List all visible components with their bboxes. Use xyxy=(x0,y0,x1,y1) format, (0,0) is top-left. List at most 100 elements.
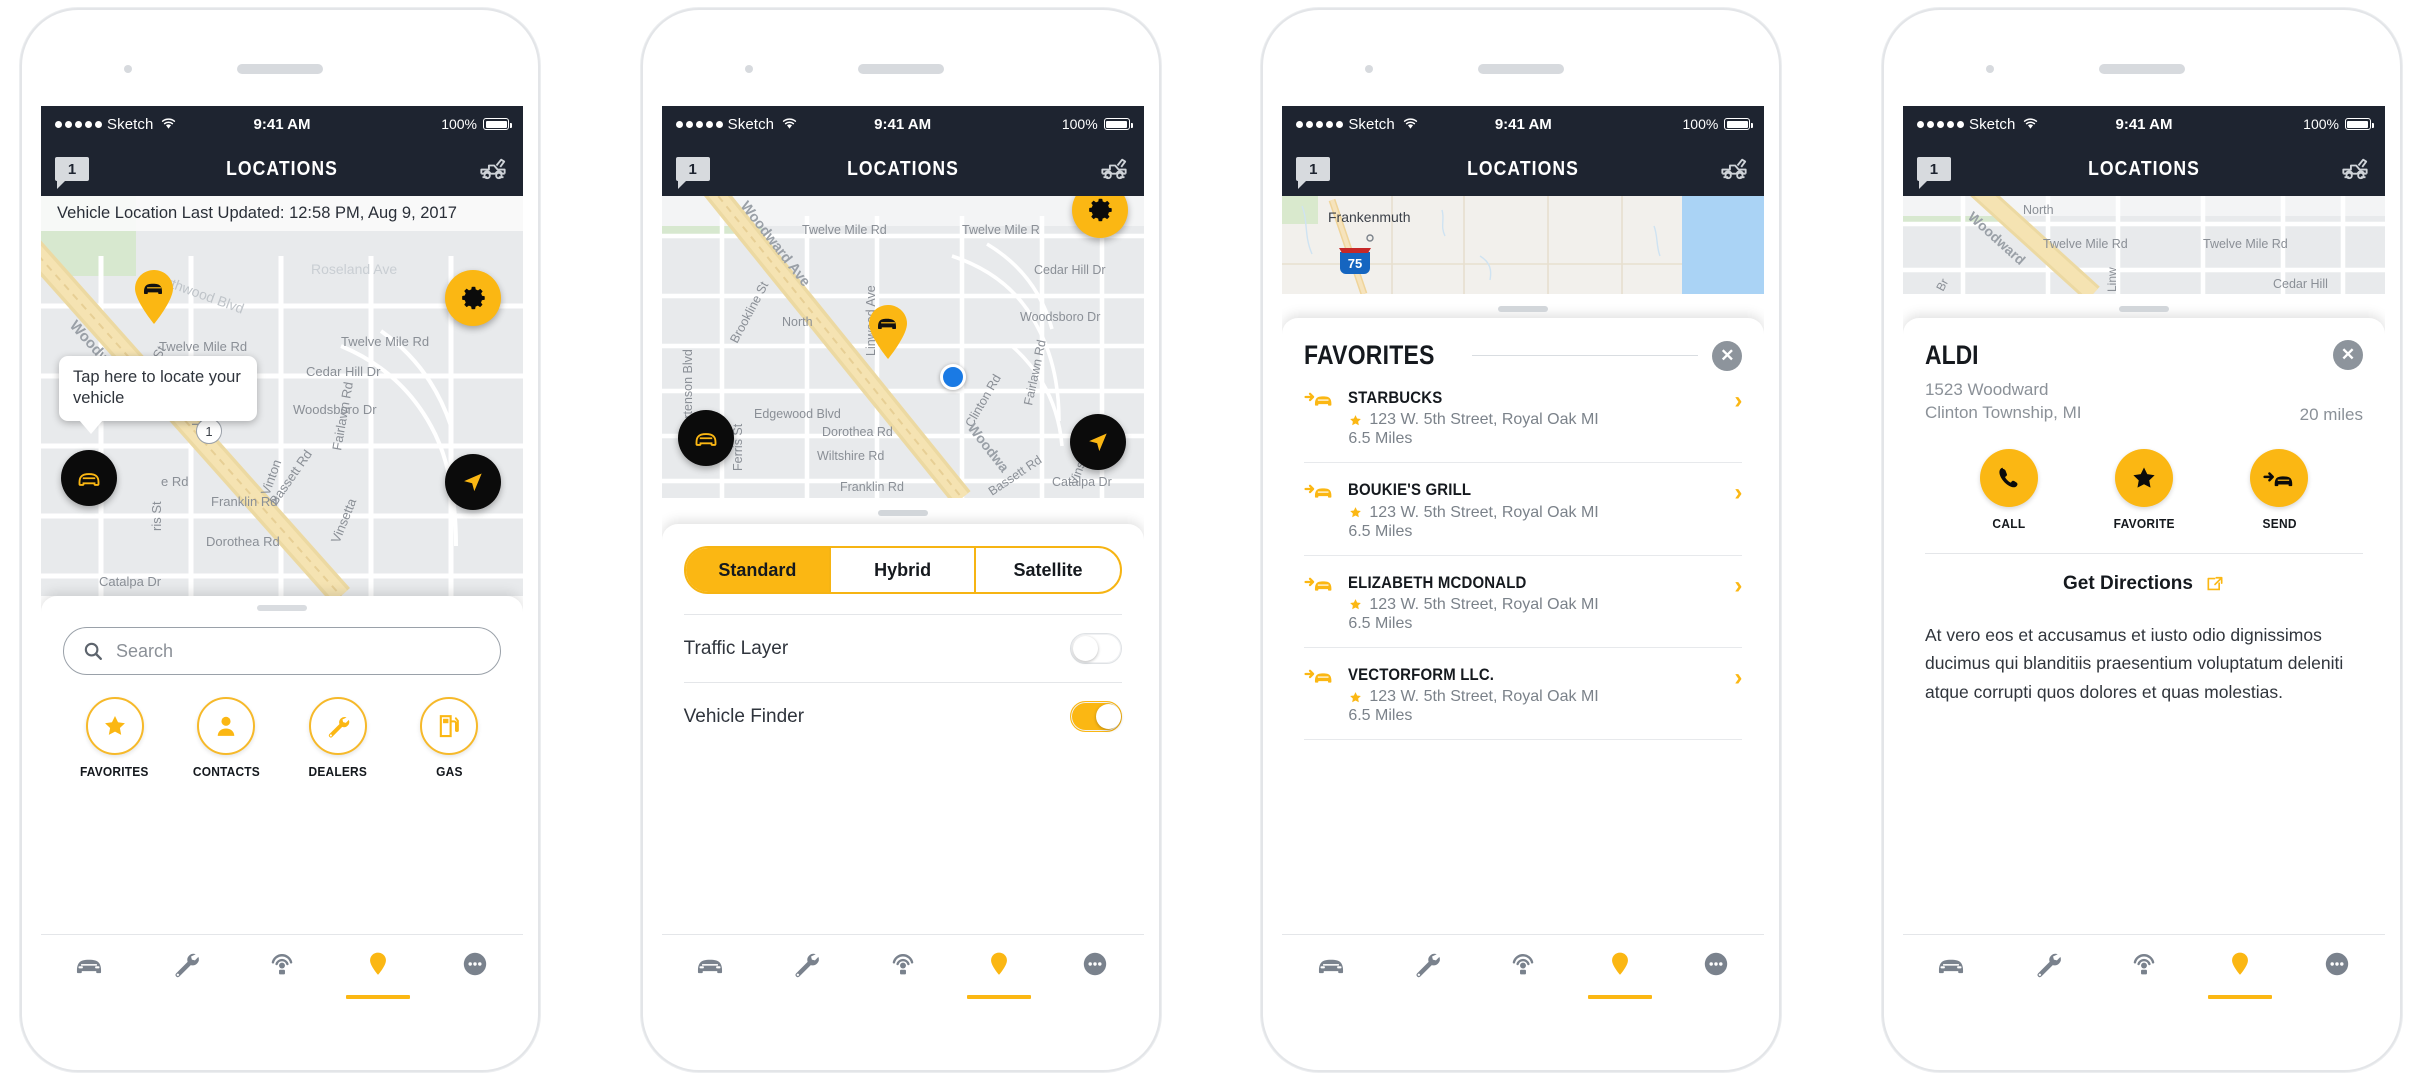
tow-truck-icon[interactable] xyxy=(1718,155,1750,183)
tab-vehicle[interactable] xyxy=(1282,947,1378,981)
vehicle-map-pin[interactable] xyxy=(867,304,909,360)
tab-more[interactable] xyxy=(1047,947,1143,981)
svg-text:Woodsboro Dr: Woodsboro Dr xyxy=(1020,310,1100,324)
tab-remote[interactable] xyxy=(1475,947,1571,981)
messages-badge[interactable]: 1 xyxy=(1296,157,1331,189)
detail-title: ALDI xyxy=(1924,340,1979,370)
svg-text:Roseland Ave: Roseland Ave xyxy=(311,261,397,277)
list-item[interactable]: STARBUCKS 123 W. 5th Street, Royal Oak M… xyxy=(1304,371,1743,464)
list-item-title: BOUKIE'S GRILL xyxy=(1348,480,1472,500)
sheet-grabber[interactable] xyxy=(2118,306,2169,312)
vehicle-finder-switch[interactable] xyxy=(1069,701,1122,732)
tab-locations[interactable] xyxy=(951,947,1047,999)
svg-text:Dorothea Rd: Dorothea Rd xyxy=(822,425,893,439)
close-icon[interactable]: ✕ xyxy=(2332,340,2363,370)
svg-text:Twelve Mile R: Twelve Mile R xyxy=(962,223,1040,237)
segment-satellite[interactable]: Satellite xyxy=(976,548,1119,592)
quick-action-dealers[interactable]: DEALERS xyxy=(294,697,382,779)
screen-1: Sketch 9:41 AM 100% 1 LOCATIONS Twelve M… xyxy=(41,106,523,1018)
remote-signal-icon xyxy=(1513,954,1534,976)
toggle-row-vehicle-finder[interactable]: Vehicle Finder xyxy=(683,682,1122,750)
messages-badge[interactable]: 1 xyxy=(55,157,89,189)
wifi-icon xyxy=(2024,118,2038,129)
messages-badge[interactable]: 1 xyxy=(1916,157,1951,189)
quick-action-contacts[interactable]: CONTACTS xyxy=(182,697,270,779)
search-input[interactable]: Search xyxy=(63,627,501,675)
tab-bar-2 xyxy=(661,934,1144,1018)
bottom-sheet-detail: ALDI ✕ 1523 Woodward Clinton Township, M… xyxy=(1902,318,2385,1018)
action-label: FAVORITE xyxy=(2113,515,2175,531)
action-send[interactable]: SEND xyxy=(2250,448,2309,531)
battery-percent-label: 100% xyxy=(441,116,477,132)
signal-dots-icon xyxy=(55,120,102,128)
segment-standard[interactable]: Standard xyxy=(685,548,831,592)
locate-vehicle-button[interactable] xyxy=(677,410,734,466)
carrier-label: Sketch xyxy=(107,115,154,133)
vehicle-map-pin[interactable] xyxy=(133,269,175,325)
active-tab-underline xyxy=(1587,995,1652,999)
segment-hybrid[interactable]: Hybrid xyxy=(831,548,977,592)
tow-truck-icon[interactable] xyxy=(477,155,509,183)
navigation-arrow-icon xyxy=(464,473,482,492)
tab-service[interactable] xyxy=(1999,947,2095,981)
sheet-grabber[interactable] xyxy=(877,510,928,516)
tab-service[interactable] xyxy=(137,947,233,981)
sheet-grabber[interactable] xyxy=(257,605,307,611)
tab-remote[interactable] xyxy=(234,947,330,981)
get-directions-button[interactable]: Get Directions xyxy=(1924,552,2363,595)
carrier-label: Sketch xyxy=(727,115,775,133)
svg-text:75: 75 xyxy=(1348,256,1362,271)
list-item[interactable]: ELIZABETH MCDONALD 123 W. 5th Street, Ro… xyxy=(1304,556,1743,648)
tab-service[interactable] xyxy=(1379,947,1475,981)
map-view-1[interactable]: Twelve Mile Rd Twelve Mile Rd Woodsboro … xyxy=(41,196,523,596)
tab-vehicle[interactable] xyxy=(41,947,137,981)
tab-locations[interactable] xyxy=(1572,947,1668,999)
favorites-header: FAVORITES ✕ xyxy=(1282,318,1764,371)
tab-locations[interactable] xyxy=(2192,947,2288,999)
wifi-icon xyxy=(162,118,176,129)
tab-locations[interactable] xyxy=(330,947,426,999)
tab-more[interactable] xyxy=(2289,947,2385,981)
quick-action-gas[interactable]: GAS xyxy=(405,697,493,779)
status-bar: Sketch 9:41 AM 100% xyxy=(1282,106,1765,142)
messages-badge[interactable]: 1 xyxy=(675,157,710,189)
tow-truck-icon[interactable] xyxy=(2339,155,2371,183)
tab-service[interactable] xyxy=(758,947,854,981)
map-view-4[interactable]: Twelve Mile Rd Twelve Mile Rd Cedar Hill… xyxy=(1902,196,2385,294)
toggle-row-traffic[interactable]: Traffic Layer xyxy=(683,614,1122,682)
action-label: SEND xyxy=(2262,515,2297,531)
active-tab-underline xyxy=(967,995,1032,999)
locate-vehicle-button[interactable] xyxy=(61,450,117,506)
front-camera xyxy=(1985,65,1994,73)
map-settings-button[interactable] xyxy=(445,270,501,326)
tab-vehicle[interactable] xyxy=(1903,947,1999,981)
sheet-grabber[interactable] xyxy=(1498,306,1549,312)
chevron-right-icon: › xyxy=(1734,387,1743,414)
tow-truck-icon[interactable] xyxy=(1098,155,1130,183)
recenter-button[interactable] xyxy=(445,454,501,510)
list-item-distance: 6.5 Miles xyxy=(1348,430,1413,448)
list-item-body: STARBUCKS 123 W. 5th Street, Royal Oak M… xyxy=(1348,387,1720,448)
close-icon[interactable]: ✕ xyxy=(1712,340,1743,371)
star-icon xyxy=(1350,691,1362,702)
tab-remote[interactable] xyxy=(854,947,950,981)
tab-vehicle[interactable] xyxy=(662,947,758,981)
tab-remote[interactable] xyxy=(2096,947,2192,981)
recenter-button[interactable] xyxy=(1069,414,1126,470)
quick-action-favorites[interactable]: FAVORITES xyxy=(71,697,159,779)
action-call[interactable]: CALL xyxy=(1979,448,2038,531)
star-icon xyxy=(1350,599,1362,610)
tab-more[interactable] xyxy=(427,947,523,981)
tab-more[interactable] xyxy=(1668,947,1764,981)
search-placeholder: Search xyxy=(116,640,174,661)
map-view-3[interactable]: Frankenmuth 75 xyxy=(1282,196,1765,294)
map-view-2[interactable]: Twelve Mile Rd Twelve Mile R Cedar Hill … xyxy=(661,196,1144,498)
list-item-body: BOUKIE'S GRILL 123 W. 5th Street, Royal … xyxy=(1348,479,1720,540)
map-pin-icon xyxy=(2232,952,2249,975)
action-favorite[interactable]: FAVORITE xyxy=(2111,448,2177,531)
list-item-distance: 6.5 Miles xyxy=(1348,522,1413,540)
list-item[interactable]: VECTORFORM LLC. 123 W. 5th Street, Royal… xyxy=(1304,648,1743,740)
list-item[interactable]: BOUKIE'S GRILL 123 W. 5th Street, Royal … xyxy=(1304,463,1743,556)
traffic-layer-switch[interactable] xyxy=(1069,633,1122,664)
list-item-address: 123 W. 5th Street, Royal Oak MI xyxy=(1348,504,1720,522)
